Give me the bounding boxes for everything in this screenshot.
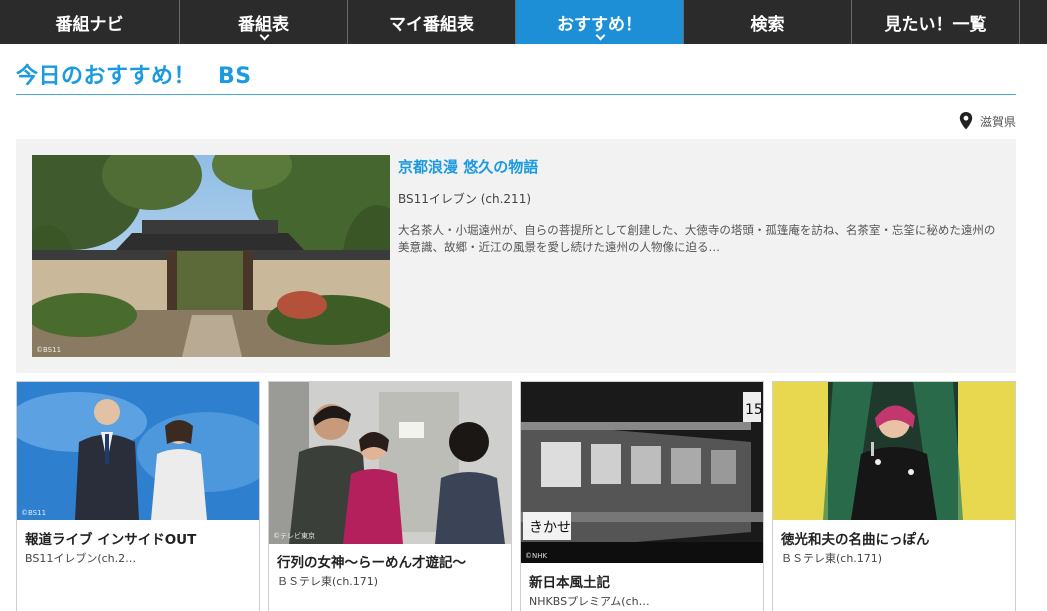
nav-item-label: 検索 bbox=[750, 14, 785, 35]
location-pin-icon bbox=[959, 112, 973, 130]
program-card-channel: BS11イレブン(ch.2… bbox=[25, 552, 137, 565]
featured-program-description: 大名茶人・小堀遠州が、自らの菩提所として創建した、大徳寺の塔頭・孤篷庵を訪ね、名… bbox=[398, 223, 996, 254]
nav-item-label: 見たい！一覧 bbox=[884, 14, 987, 35]
main-nav: 番組ナビ 番組表 マイ番組表 おすすめ！ 検索 見たい！一覧 bbox=[0, 0, 1047, 44]
program-card[interactable]: ©BS11 報道ライブ インサイドOUT BS11イレブン(ch.2… bbox=[16, 381, 260, 611]
program-card[interactable]: 徳光和夫の名曲にっぽん ＢＳテレ東(ch.171) bbox=[772, 381, 1016, 611]
program-card-title[interactable]: 徳光和夫の名曲にっぽん bbox=[781, 528, 930, 548]
program-card-channel: ＢＳテレ東(ch.171) bbox=[781, 552, 883, 565]
image-copyright: ©BS11 bbox=[36, 346, 62, 354]
program-card[interactable]: ©テレビ東京 行列の女神～らーめん才遊記～ ＢＳテレ東(ch.171) bbox=[268, 381, 512, 611]
location-selector[interactable]: 滋賀県 bbox=[959, 112, 1016, 130]
svg-text:15: 15 bbox=[745, 402, 763, 418]
nav-item-search[interactable]: 検索 bbox=[684, 0, 852, 44]
page-title: 今日のおすすめ！ BS bbox=[16, 58, 252, 90]
image-copyright: ©BS11 bbox=[21, 509, 47, 517]
program-card-image[interactable]: ©BS11 bbox=[17, 382, 259, 520]
title-divider bbox=[16, 94, 1016, 95]
nav-item-my-bangumi-hyo[interactable]: マイ番組表 bbox=[348, 0, 516, 44]
program-card-image[interactable]: ©テレビ東京 bbox=[269, 382, 511, 544]
program-card-channel: ＢＳテレ東(ch.171) bbox=[277, 575, 379, 588]
nav-item-watchlist[interactable]: 見たい！一覧 bbox=[852, 0, 1020, 44]
featured-program-channel: BS11イレブン (ch.211) bbox=[398, 192, 532, 206]
featured-program-title[interactable]: 京都浪漫 悠久の物語 bbox=[398, 156, 538, 177]
page-title-text: 今日のおすすめ！ bbox=[16, 64, 197, 89]
featured-program-image[interactable]: ©BS11 bbox=[32, 155, 390, 357]
program-card-image[interactable] bbox=[773, 382, 1015, 520]
image-copyright: ©テレビ東京 bbox=[273, 532, 315, 540]
location-label: 滋賀県 bbox=[979, 114, 1016, 129]
page-subtitle: BS bbox=[218, 64, 252, 89]
program-card-title[interactable]: 報道ライブ インサイドOUT bbox=[25, 528, 196, 548]
svg-text:きかせ: きかせ bbox=[529, 520, 571, 536]
program-card-title[interactable]: 行列の女神～らーめん才遊記～ bbox=[277, 551, 466, 571]
nav-item-label: マイ番組表 bbox=[389, 14, 474, 35]
nav-item-bangumi-navi[interactable]: 番組ナビ bbox=[0, 0, 180, 44]
program-card-title[interactable]: 新日本風土記 bbox=[529, 571, 610, 591]
program-card[interactable]: きかせ 15 ©NHK 新日本風土記 NHKBSプレミアム(ch… bbox=[520, 381, 764, 611]
program-card-channel: NHKBSプレミアム(ch… bbox=[529, 595, 650, 608]
featured-program[interactable]: ©BS11 京都浪漫 悠久の物語 BS11イレブン (ch.211) 大名茶人・… bbox=[16, 139, 1016, 373]
program-card-image[interactable]: きかせ 15 ©NHK bbox=[521, 382, 763, 563]
image-copyright: ©NHK bbox=[525, 552, 548, 560]
nav-item-bangumi-hyo[interactable]: 番組表 bbox=[180, 0, 348, 44]
nav-item-label: 番組ナビ bbox=[55, 14, 124, 35]
nav-item-osusume[interactable]: おすすめ！ bbox=[516, 0, 684, 44]
